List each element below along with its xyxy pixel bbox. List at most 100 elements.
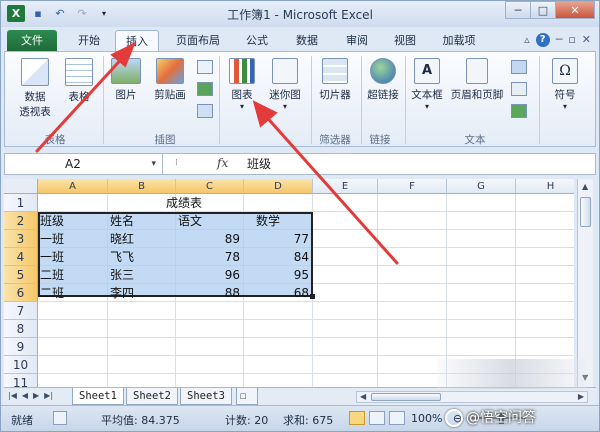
object-icon[interactable] (511, 104, 527, 118)
row-header-3[interactable]: 3 (4, 230, 38, 248)
column-header-e[interactable]: E (313, 179, 378, 194)
column-header-g[interactable]: G (447, 179, 516, 194)
row-header-4[interactable]: 4 (4, 248, 38, 266)
sparkline-button[interactable]: 迷你图 ▾ (263, 58, 307, 111)
data-cell[interactable]: 一班 (40, 230, 104, 248)
textbox-button[interactable]: A 文本框 ▾ (407, 58, 447, 111)
scroll-right-icon[interactable]: ▶ (578, 392, 584, 401)
tab-page-layout[interactable]: 页面布局 (167, 30, 229, 51)
shapes-icon[interactable] (197, 60, 213, 74)
row-header-6[interactable]: 6 (4, 284, 38, 302)
data-cell[interactable]: 84 (246, 248, 309, 266)
doc-close-icon[interactable]: ✕ (582, 33, 591, 47)
screenshot-icon[interactable] (197, 104, 213, 118)
macro-record-icon[interactable] (53, 411, 67, 425)
table-title-cell[interactable]: 成绩表 (144, 194, 224, 212)
data-cell[interactable]: 飞飞 (110, 248, 172, 266)
wordart-icon[interactable] (511, 60, 527, 74)
select-all-corner[interactable] (4, 179, 38, 194)
data-cell[interactable]: 李四 (110, 284, 172, 302)
row-header-1[interactable]: 1 (4, 194, 38, 212)
data-cell[interactable]: 晓红 (110, 230, 172, 248)
data-cell[interactable]: 一班 (40, 248, 104, 266)
column-header-b[interactable]: B (108, 179, 176, 194)
normal-view-icon[interactable] (349, 411, 365, 425)
chart-button[interactable]: 图表 ▾ (225, 58, 259, 111)
minimize-button[interactable]: ─ (505, 1, 531, 19)
page-break-view-icon[interactable] (389, 411, 405, 425)
name-box[interactable]: A2 ▾ (5, 154, 163, 174)
column-header-f[interactable]: F (378, 179, 447, 194)
maximize-button[interactable]: □ (530, 1, 556, 19)
page-layout-view-icon[interactable] (369, 411, 385, 425)
collapse-ribbon-icon[interactable]: ▵ (524, 33, 530, 47)
row-header-11[interactable]: 11 (4, 374, 38, 387)
column-header-c[interactable]: C (176, 179, 244, 194)
tab-formulas[interactable]: 公式 (237, 30, 277, 51)
data-cell[interactable]: 二班 (40, 266, 104, 284)
row-header-8[interactable]: 8 (4, 320, 38, 338)
tab-view[interactable]: 视图 (385, 30, 425, 51)
worksheet-grid[interactable]: ABCDEFGH 12345678910111213 成绩表 班级姓名语文数学一… (4, 179, 574, 387)
last-sheet-icon[interactable]: ▶| (44, 391, 53, 400)
tab-home[interactable]: 开始 (67, 30, 111, 51)
new-sheet-icon[interactable]: ☐ (236, 388, 258, 405)
row-header-10[interactable]: 10 (4, 356, 38, 374)
horizontal-scrollbar[interactable]: ◀ ▶ (356, 391, 588, 403)
column-header-h[interactable]: H (516, 179, 574, 194)
header-cell[interactable]: 数学 (256, 212, 319, 230)
doc-restore-icon[interactable]: ▫ (568, 33, 575, 47)
sheet-tab-3[interactable]: Sheet3 (180, 388, 232, 405)
scroll-up-icon[interactable]: ▲ (582, 182, 588, 191)
data-cell[interactable]: 78 (178, 248, 240, 266)
data-cell[interactable]: 89 (178, 230, 240, 248)
vertical-scroll-thumb[interactable] (580, 197, 591, 227)
formula-input[interactable]: 班级 (247, 154, 271, 174)
header-cell[interactable]: 姓名 (110, 212, 172, 230)
horizontal-scroll-thumb[interactable] (371, 393, 441, 401)
table-button[interactable]: 表格 (61, 58, 97, 104)
fill-handle[interactable] (310, 294, 315, 299)
slicer-button[interactable]: 切片器 (313, 58, 357, 102)
data-cell[interactable]: 88 (178, 284, 240, 302)
column-header-a[interactable]: A (38, 179, 108, 194)
header-footer-button[interactable]: 页眉和页脚 (447, 58, 507, 102)
row-header-7[interactable]: 7 (4, 302, 38, 320)
clipart-button[interactable]: 剪贴画 (147, 58, 193, 102)
row-header-9[interactable]: 9 (4, 338, 38, 356)
sheet-tab-2[interactable]: Sheet2 (126, 388, 178, 405)
column-header-d[interactable]: D (244, 179, 313, 194)
tab-review[interactable]: 审阅 (337, 30, 377, 51)
zoom-level[interactable]: 100% (411, 412, 442, 425)
name-box-dropdown-icon[interactable]: ▾ (151, 154, 156, 174)
row-header-5[interactable]: 5 (4, 266, 38, 284)
signature-line-icon[interactable] (511, 82, 527, 96)
pivot-table-button[interactable]: 数据 透视表 (11, 58, 59, 119)
symbol-button[interactable]: Ω 符号 ▾ (545, 58, 585, 111)
data-cell[interactable]: 96 (178, 266, 240, 284)
prev-sheet-icon[interactable]: ◀ (22, 391, 28, 400)
data-cell[interactable]: 张三 (110, 266, 172, 284)
data-cell[interactable]: 68 (246, 284, 309, 302)
data-cell[interactable]: 95 (246, 266, 309, 284)
first-sheet-icon[interactable]: |◀ (8, 391, 17, 400)
close-button[interactable]: ✕ (555, 1, 595, 19)
data-cell[interactable]: 二班 (40, 284, 104, 302)
help-icon[interactable]: ? (535, 33, 550, 47)
tab-addins[interactable]: 加载项 (433, 30, 485, 51)
tab-insert[interactable]: 插入 (115, 30, 159, 52)
picture-button[interactable]: 图片 (107, 58, 145, 102)
sheet-tab-1[interactable]: Sheet1 (72, 388, 124, 405)
header-cell[interactable]: 语文 (178, 212, 240, 230)
row-header-2[interactable]: 2 (4, 212, 38, 230)
header-cell[interactable]: 班级 (40, 212, 104, 230)
smartart-icon[interactable] (197, 82, 213, 96)
tab-file[interactable]: 文件 (7, 30, 57, 51)
vertical-scrollbar[interactable]: ▲ ▼ (577, 179, 593, 387)
doc-minimize-icon[interactable]: ─ (556, 33, 563, 47)
scroll-left-icon[interactable]: ◀ (360, 392, 366, 401)
next-sheet-icon[interactable]: ▶ (33, 391, 39, 400)
insert-function-icon[interactable]: fx (217, 156, 228, 170)
data-cell[interactable]: 77 (246, 230, 309, 248)
tab-data[interactable]: 数据 (287, 30, 327, 51)
